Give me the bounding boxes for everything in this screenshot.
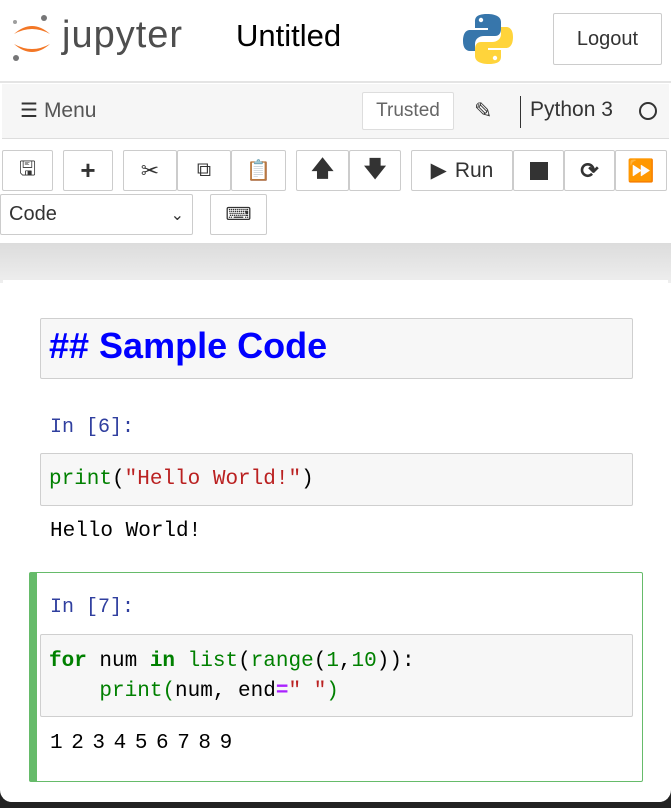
code-token: list — [187, 650, 239, 673]
cut-button[interactable]: ✂ — [123, 150, 177, 191]
jupyter-logo-icon — [13, 15, 50, 61]
pencil-icon[interactable]: ✎ — [474, 98, 492, 124]
arrow-up-icon: 🡅 — [311, 155, 334, 181]
notebook-title[interactable]: Untitled — [236, 18, 341, 54]
trusted-label: Trusted — [376, 100, 440, 121]
code-line: print("Hello World!") — [49, 465, 624, 495]
menu-button[interactable]: ☰ Menu — [20, 98, 96, 123]
code-token: ( — [112, 468, 125, 491]
code-editor[interactable]: for num in list(range(1,10)): print(num,… — [40, 634, 633, 717]
copy-icon: ⧉ — [196, 159, 212, 181]
code-token: in — [149, 650, 176, 673]
code-editor[interactable]: print("Hello World!") — [40, 453, 633, 506]
jupyter-logo[interactable]: jupyter — [10, 12, 200, 64]
python-logo-icon — [463, 14, 513, 64]
interrupt-button[interactable] — [513, 150, 564, 191]
cell-output: Hello World! — [50, 520, 202, 543]
code-line: print(num, end=" ") — [49, 677, 624, 707]
code-token: num, end — [175, 680, 276, 703]
code-token: 1 — [326, 650, 339, 673]
code-token: ) — [301, 468, 314, 491]
code-token: ( — [162, 680, 176, 703]
input-prompt: In [7]: — [50, 596, 135, 619]
keyboard-icon: ⌨ — [225, 204, 252, 224]
code-token: )): — [376, 650, 415, 673]
input-prompt: In [6]: — [50, 416, 135, 439]
insert-cell-button[interactable]: + — [63, 150, 113, 191]
copy-button[interactable]: ⧉ — [177, 150, 231, 191]
code-token: , — [338, 650, 352, 673]
logout-button[interactable]: Logout — [553, 13, 662, 65]
menu-label: Menu — [43, 98, 97, 122]
plus-icon: + — [80, 155, 96, 185]
kernel-idle-icon — [639, 102, 657, 120]
code-token: print — [49, 468, 113, 491]
paste-icon: 📋 — [246, 160, 271, 182]
header-divider — [0, 81, 671, 83]
restart-run-all-button[interactable]: ⏩ — [615, 150, 667, 191]
code-line: for num in list(range(1,10)): — [49, 647, 624, 677]
play-icon: ▶ — [430, 159, 447, 182]
jupyter-logo-text: jupyter — [62, 14, 184, 56]
paste-button[interactable]: 📋 — [231, 150, 286, 191]
run-label: Run — [454, 158, 494, 182]
code-token: "Hello World!" — [124, 468, 302, 491]
markdown-cell[interactable]: ## Sample Code — [40, 318, 633, 379]
code-token: = — [275, 680, 289, 703]
chevron-down-icon: ⌄ — [170, 206, 184, 224]
code-token: range — [250, 650, 314, 673]
code-token: 10 — [351, 650, 377, 673]
fast-forward-icon: ⏩ — [627, 157, 655, 183]
save-button[interactable]: 🖫 — [2, 150, 53, 191]
markdown-heading: ## Sample Code — [49, 325, 328, 366]
code-token: num — [86, 650, 150, 673]
trusted-indicator[interactable]: Trusted — [362, 92, 454, 130]
hamburger-icon: ☰ — [20, 100, 38, 122]
scissors-icon: ✂ — [140, 157, 160, 183]
save-icon: 🖫 — [18, 157, 37, 180]
code-token: ( — [238, 650, 251, 673]
jupyter-window: jupyter Untitled Logout ☰ Menu Trusted ✎… — [0, 0, 671, 802]
code-token: print — [99, 680, 163, 703]
code-token: ( — [313, 650, 327, 673]
cell-type-value: Code — [9, 203, 57, 225]
move-up-button[interactable]: 🡅 — [296, 150, 349, 191]
cell-type-select[interactable]: Code ⌄ — [0, 194, 193, 235]
cell-output: 1 2 3 4 5 6 7 8 9 — [50, 732, 233, 755]
kernel-divider — [520, 96, 521, 128]
restart-button[interactable]: ⟳ — [564, 150, 615, 191]
notebook-background — [0, 243, 671, 283]
code-token: for — [49, 650, 87, 673]
move-down-button[interactable]: 🡇 — [349, 150, 401, 191]
menu-bar: ☰ Menu Trusted ✎ Python 3 — [2, 84, 669, 139]
stop-icon — [529, 161, 548, 180]
arrow-down-icon: 🡇 — [363, 155, 387, 181]
logout-label: Logout — [576, 27, 639, 50]
code-token: ) — [326, 680, 339, 703]
code-token: " " — [288, 680, 327, 703]
restart-icon: ⟳ — [580, 157, 599, 183]
kernel-name[interactable]: Python 3 — [530, 98, 613, 122]
command-palette-button[interactable]: ⌨ — [210, 194, 267, 235]
run-button[interactable]: ▶ Run — [411, 150, 513, 191]
